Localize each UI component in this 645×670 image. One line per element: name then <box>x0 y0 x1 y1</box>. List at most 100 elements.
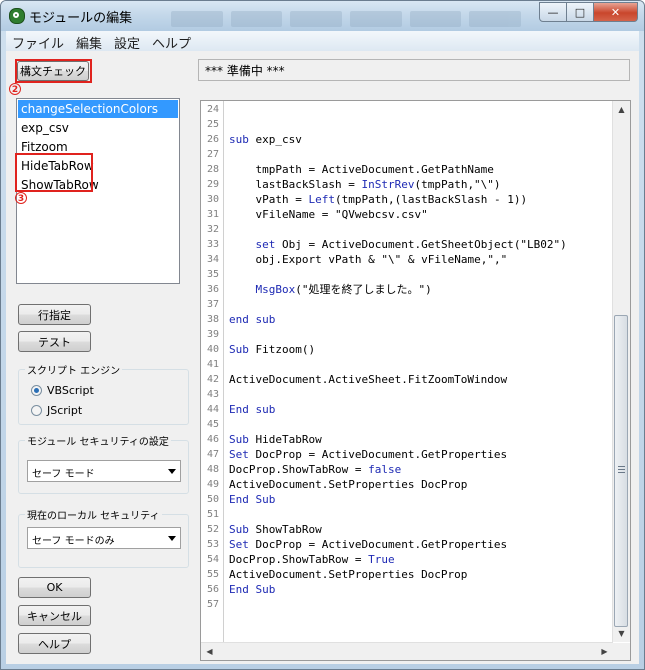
code-text: Set DocProp = ActiveDocument.GetProperti… <box>229 538 508 551</box>
line-number: 47 <box>206 449 219 460</box>
vertical-scrollbar[interactable]: ▲ ▼ <box>612 101 630 642</box>
scroll-up-arrow-icon[interactable]: ▲ <box>613 101 630 118</box>
scroll-left-arrow-icon[interactable]: ◀ <box>201 643 218 660</box>
code-text: Sub HideTabRow <box>229 433 322 446</box>
line-number: 37 <box>206 299 219 310</box>
line-number: 38 <box>206 314 219 325</box>
menu-file[interactable]: ファイル <box>6 31 70 52</box>
module-editor-window: モジュールの編集 — □ ✕ ファイル 編集 設定 ヘルプ 構文チェック 2 *… <box>0 0 645 670</box>
module-security-select[interactable]: セーフ モード <box>27 460 181 482</box>
goto-line-button[interactable]: 行指定 <box>18 304 91 325</box>
vertical-scroll-thumb[interactable] <box>614 315 628 627</box>
scroll-right-arrow-icon[interactable]: ▶ <box>596 643 613 660</box>
code-line: 34 obj.Export vPath & "\" & vFileName,",… <box>201 252 613 267</box>
code-line: 52 Sub ShowTabRow <box>201 522 613 537</box>
line-number: 35 <box>206 269 219 280</box>
code-line: 25 <box>201 117 613 132</box>
code-line: 29 lastBackSlash = InStrRev(tmpPath,"\") <box>201 177 613 192</box>
code-text: End Sub <box>229 583 276 596</box>
code-text: end sub <box>229 313 276 326</box>
code-text: lastBackSlash = InStrRev(tmpPath,"\") <box>255 178 501 191</box>
menu-settings[interactable]: 設定 <box>108 31 146 52</box>
line-number: 32 <box>206 224 219 235</box>
line-number: 50 <box>206 494 219 505</box>
radio-unchecked-icon <box>31 405 42 416</box>
code-line: 35 <box>201 267 613 282</box>
background-tabs <box>171 11 522 27</box>
code-line: 53 Set DocProp = ActiveDocument.GetProper… <box>201 537 613 552</box>
code-text: ActiveDocument.SetProperties DocProp <box>229 478 468 491</box>
jscript-radio[interactable]: JScript <box>31 404 82 417</box>
code-line: 28 tmpPath = ActiveDocument.GetPathName <box>201 162 613 177</box>
line-number: 29 <box>206 179 219 190</box>
cancel-button[interactable]: キャンセル <box>18 605 91 626</box>
code-line: 42 ActiveDocument.ActiveSheet.FitZoomToWi… <box>201 372 613 387</box>
code-line: 49 ActiveDocument.SetProperties DocProp <box>201 477 613 492</box>
line-number: 46 <box>206 434 219 445</box>
line-number: 49 <box>206 479 219 490</box>
code-line: 24 <box>201 102 613 117</box>
horizontal-scrollbar[interactable]: ◀ ▶ <box>201 642 613 660</box>
code-editor[interactable]: 24 25 26 sub exp_csv 27 28 tmpPath = ActiveDo… <box>200 100 631 661</box>
close-button[interactable]: ✕ <box>593 2 638 22</box>
line-number: 44 <box>206 404 219 415</box>
maximize-button[interactable]: □ <box>566 2 594 22</box>
minimize-button[interactable]: — <box>539 2 567 22</box>
line-number: 40 <box>206 344 219 355</box>
code-area[interactable]: 24 25 26 sub exp_csv 27 28 tmpPath = ActiveDo… <box>201 102 613 642</box>
line-number: 33 <box>206 239 219 250</box>
code-text: set Obj = ActiveDocument.GetSheetObject(… <box>255 238 567 251</box>
code-line: 36 MsgBox("処理を終了しました。") <box>201 282 613 297</box>
code-text: ActiveDocument.SetProperties DocProp <box>229 568 468 581</box>
help-button[interactable]: ヘルプ <box>18 633 91 654</box>
caption-buttons: — □ ✕ <box>539 2 638 22</box>
local-security-select[interactable]: セーフ モードのみ <box>27 527 181 549</box>
vbscript-radio[interactable]: VBScript <box>31 384 94 397</box>
line-number: 48 <box>206 464 219 475</box>
line-number: 28 <box>206 164 219 175</box>
dropdown-arrow-icon <box>168 469 176 474</box>
list-item[interactable]: exp_csv <box>18 119 178 137</box>
script-engine-group: スクリプト エンジン VBScript JScript <box>18 362 189 425</box>
scroll-down-arrow-icon[interactable]: ▼ <box>613 625 630 642</box>
code-line: 33 set Obj = ActiveDocument.GetSheetObje… <box>201 237 613 252</box>
code-text: tmpPath = ActiveDocument.GetPathName <box>255 163 494 176</box>
title-bar[interactable]: モジュールの編集 — □ ✕ <box>1 1 644 31</box>
line-number: 31 <box>206 209 219 220</box>
line-number: 53 <box>206 539 219 550</box>
module-security-label: モジュール セキュリティの設定 <box>25 433 171 448</box>
code-line: 55 ActiveDocument.SetProperties DocProp <box>201 567 613 582</box>
ok-button[interactable]: OK <box>18 577 91 598</box>
qlikview-app-icon <box>9 8 25 24</box>
code-line: 26 sub exp_csv <box>201 132 613 147</box>
code-line: 38 end sub <box>201 312 613 327</box>
highlight-syntax-check <box>15 59 92 83</box>
code-text: Set DocProp = ActiveDocument.GetProperti… <box>229 448 508 461</box>
menu-help[interactable]: ヘルプ <box>146 31 197 52</box>
code-text: DocProp.ShowTabRow = True <box>229 553 395 566</box>
code-text: DocProp.ShowTabRow = false <box>229 463 402 476</box>
annotation-mark-3: 3 <box>15 192 27 204</box>
code-text: sub exp_csv <box>229 133 302 146</box>
test-button[interactable]: テスト <box>18 331 91 352</box>
code-text: End sub <box>229 403 276 416</box>
annotation-mark-2: 2 <box>9 83 21 95</box>
line-number: 45 <box>206 419 219 430</box>
code-text: vFileName = "QVwebcsv.csv" <box>255 208 428 221</box>
local-security-label: 現在のローカル セキュリティ <box>25 507 162 522</box>
menu-edit[interactable]: 編集 <box>70 31 108 52</box>
line-number: 39 <box>206 329 219 340</box>
line-number: 43 <box>206 389 219 400</box>
code-line: 45 <box>201 417 613 432</box>
radio-checked-icon <box>31 385 42 396</box>
list-item[interactable]: changeSelectionColors <box>18 100 178 118</box>
code-text: vPath = Left(tmpPath,(lastBackSlash - 1)… <box>255 193 528 206</box>
line-number: 57 <box>206 599 219 610</box>
window-title: モジュールの編集 <box>29 11 133 26</box>
dropdown-arrow-icon <box>168 536 176 541</box>
code-line: 43 <box>201 387 613 402</box>
code-line: 46 Sub HideTabRow <box>201 432 613 447</box>
code-line: 47 Set DocProp = ActiveDocument.GetProper… <box>201 447 613 462</box>
line-number: 51 <box>206 509 219 520</box>
line-number: 27 <box>206 149 219 160</box>
